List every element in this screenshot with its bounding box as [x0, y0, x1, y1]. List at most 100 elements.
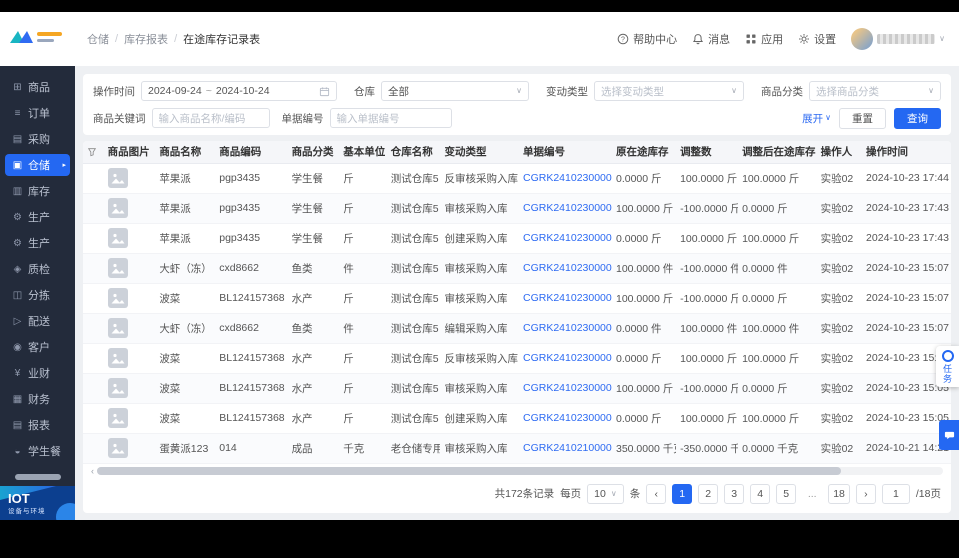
col-header: 单据编号 — [519, 141, 612, 164]
next-page-button[interactable]: › — [855, 483, 876, 504]
cell-before-qty: 100.0000 件 — [612, 253, 677, 284]
breadcrumb-current: 在途库存记录表 — [183, 34, 261, 46]
sidebar-item-label: 客户 — [28, 342, 50, 354]
cell-product-image — [103, 313, 156, 344]
sidebar-item-delivery[interactable]: ▷ 配送 — [5, 310, 70, 332]
warehouse-select[interactable]: 全部 ∨ — [381, 81, 529, 101]
doc-no-link[interactable]: CGRK24102300001 — [523, 352, 612, 364]
column-settings-cell[interactable] — [83, 141, 104, 164]
doc-no-link[interactable]: CGRK24102100002 — [523, 442, 612, 454]
goods-icon: ⊞ — [13, 81, 22, 93]
expand-filters-link[interactable]: 展开 ∨ — [802, 111, 831, 126]
scrollbar-thumb[interactable] — [97, 467, 842, 475]
production-icon: ⚙ — [13, 237, 22, 249]
page-button-5[interactable]: 5 — [776, 483, 797, 504]
app-window: 仓储 / 库存报表 / 在途库存记录表 ? 帮助中心 消息 应用 设置 ∨ ⊞ … — [0, 12, 959, 520]
category-placeholder: 选择商品分类 — [816, 85, 879, 98]
per-page-select[interactable]: 10 ∨ — [587, 483, 624, 504]
date-from-value[interactable]: 2024-09-24 — [148, 85, 202, 97]
page-button-2[interactable]: 2 — [698, 483, 719, 504]
sidebar-item-label: 商品 — [28, 82, 50, 94]
scroll-left-icon[interactable]: ‹ — [91, 466, 94, 476]
doc-no-link[interactable]: CGRK24102300001 — [523, 292, 612, 304]
cell-product-name: 波菜 — [155, 403, 216, 434]
cell-time: 2024-10-23 17:43 — [862, 223, 951, 254]
sidebar-item-student-meals[interactable]: ◒ 学生餐 — [5, 440, 70, 462]
doc-no-link[interactable]: CGRK24102300001 — [523, 262, 612, 274]
cell-product-code: pgp3435 — [215, 223, 288, 254]
doc-no-link[interactable]: CGRK24102300001 — [523, 412, 612, 424]
cell-doc-no: CGRK24102300002 — [519, 193, 612, 224]
iot-logo: IOT 设备与环境 — [0, 486, 75, 520]
page-jump-input[interactable] — [881, 483, 910, 504]
per-page-suffix: 条 — [629, 488, 641, 500]
prev-page-button[interactable]: ‹ — [646, 483, 667, 504]
doc-no-link[interactable]: CGRK24102300002 — [523, 202, 612, 214]
doc-no-link[interactable]: CGRK24102300002 — [523, 232, 612, 244]
row-settings-cell — [83, 223, 104, 254]
search-button[interactable]: 查询 — [894, 107, 941, 129]
sidebar-item-orders[interactable]: ≡ 订单 — [5, 102, 70, 124]
date-range-input[interactable]: 2024-09-24 ~ 2024-10-24 — [141, 81, 337, 101]
row-settings-cell — [83, 373, 104, 404]
task-widget[interactable]: 任务 — [936, 346, 959, 387]
customer-service-widget[interactable] — [939, 420, 959, 450]
breadcrumb-item[interactable]: 库存报表 — [124, 31, 168, 47]
date-to-value[interactable]: 2024-10-24 — [216, 85, 270, 97]
sidebar-item-finance[interactable]: ▦ 财务 — [5, 388, 70, 410]
date-filter-label: 操作时间 — [93, 85, 135, 98]
sidebar-item-purchasing[interactable]: ▤ 采购 — [5, 128, 70, 150]
messages-button[interactable]: 消息 — [692, 31, 730, 47]
doc-no-link[interactable]: CGRK24102300002 — [523, 172, 612, 184]
change-type-select[interactable]: 选择变动类型 ∨ — [594, 81, 744, 101]
cell-unit: 斤 — [339, 163, 387, 194]
cell-warehouse: 测试仓库5 — [386, 343, 441, 374]
svg-text:?: ? — [621, 37, 625, 44]
chevron-down-icon: ∨ — [516, 86, 522, 95]
apps-button[interactable]: 应用 — [745, 31, 783, 47]
cell-category: 水产 — [287, 373, 340, 404]
sidebar-scrollbar[interactable] — [14, 474, 61, 480]
doc-no-input[interactable]: 输入单据编号 — [329, 108, 452, 128]
cell-product-image — [103, 433, 156, 464]
doc-no-link[interactable]: CGRK24102300001 — [523, 382, 612, 394]
sidebar-item-sorting[interactable]: ◫ 分拣 — [5, 284, 70, 306]
keyword-filter-label: 商品关键词 — [93, 112, 146, 125]
page-button-4[interactable]: 4 — [750, 483, 771, 504]
sidebar-item-business-finance[interactable]: ¥ 业财 — [5, 362, 70, 384]
sidebar-item-production-1[interactable]: ⚙ 生产 — [5, 206, 70, 228]
cell-before-qty: 0.0000 件 — [612, 313, 677, 344]
sidebar-item-reports[interactable]: ▤ 报表 — [5, 414, 70, 436]
cell-adjust-qty: 100.0000 斤 — [676, 223, 739, 254]
cell-after-qty: 0.0000 斤 — [738, 193, 817, 224]
settings-button[interactable]: 设置 — [798, 31, 836, 47]
cell-product-code: 014 — [215, 433, 288, 464]
doc-no-link[interactable]: CGRK24102300001 — [523, 322, 612, 334]
category-select[interactable]: 选择商品分类 ∨ — [809, 81, 941, 101]
reset-button[interactable]: 重置 — [839, 107, 886, 129]
sidebar-item-quality[interactable]: ◈ 质检 — [5, 258, 70, 280]
sidebar-item-production-2[interactable]: ⚙ 生产 — [5, 232, 70, 254]
row-settings-cell — [83, 313, 104, 344]
purchasing-icon: ▤ — [12, 133, 23, 145]
breadcrumb-item[interactable]: 仓储 — [87, 31, 109, 47]
row-settings-cell — [83, 193, 104, 224]
page-button-3[interactable]: 3 — [724, 483, 745, 504]
pagination-bar: 共172条记录 每页 10 ∨ 条 ‹ 1 2 3 4 5 ... 18 › 1… — [83, 478, 951, 513]
sidebar-item-label: 分拣 — [28, 290, 50, 302]
page-button-1[interactable]: 1 — [672, 483, 693, 504]
help-center-button[interactable]: ? 帮助中心 — [617, 31, 677, 47]
page-button-18[interactable]: 18 — [828, 483, 850, 504]
cell-warehouse: 测试仓库5 — [386, 283, 441, 314]
user-menu[interactable]: ∨ — [851, 28, 945, 50]
sidebar-item-warehouse[interactable]: ▣ 仓储 ▸ — [5, 154, 70, 176]
sidebar-item-customers[interactable]: ◉ 客户 — [5, 336, 70, 358]
sidebar-item-goods[interactable]: ⊞ 商品 — [5, 76, 70, 98]
cell-before-qty: 0.0000 斤 — [612, 403, 677, 434]
sidebar-item-inventory[interactable]: ▥ 库存 — [5, 180, 70, 202]
horizontal-scrollbar[interactable] — [97, 467, 943, 475]
cell-time: 2024-10-21 14:21 — [862, 433, 951, 464]
product-image-placeholder-icon — [107, 378, 128, 398]
keyword-input[interactable]: 输入商品名称/编码 — [151, 108, 270, 128]
page-ellipsis[interactable]: ... — [802, 484, 822, 504]
